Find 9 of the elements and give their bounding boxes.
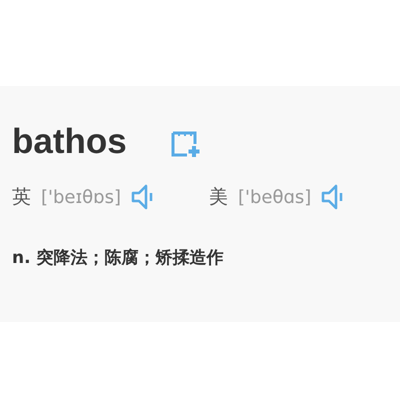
headword: bathos xyxy=(12,122,127,162)
add-to-wordbook-icon[interactable] xyxy=(170,130,201,158)
region-label: 英 xyxy=(12,185,31,210)
speaker-icon[interactable] xyxy=(321,184,344,210)
region-label: 美 xyxy=(209,185,228,210)
phonetic: ['beθɑs] xyxy=(238,186,312,208)
definition: n. 突降法；陈腐；矫揉造作 xyxy=(12,247,224,269)
phonetic: ['beɪθɒs] xyxy=(41,186,121,208)
speaker-icon[interactable] xyxy=(131,184,153,210)
